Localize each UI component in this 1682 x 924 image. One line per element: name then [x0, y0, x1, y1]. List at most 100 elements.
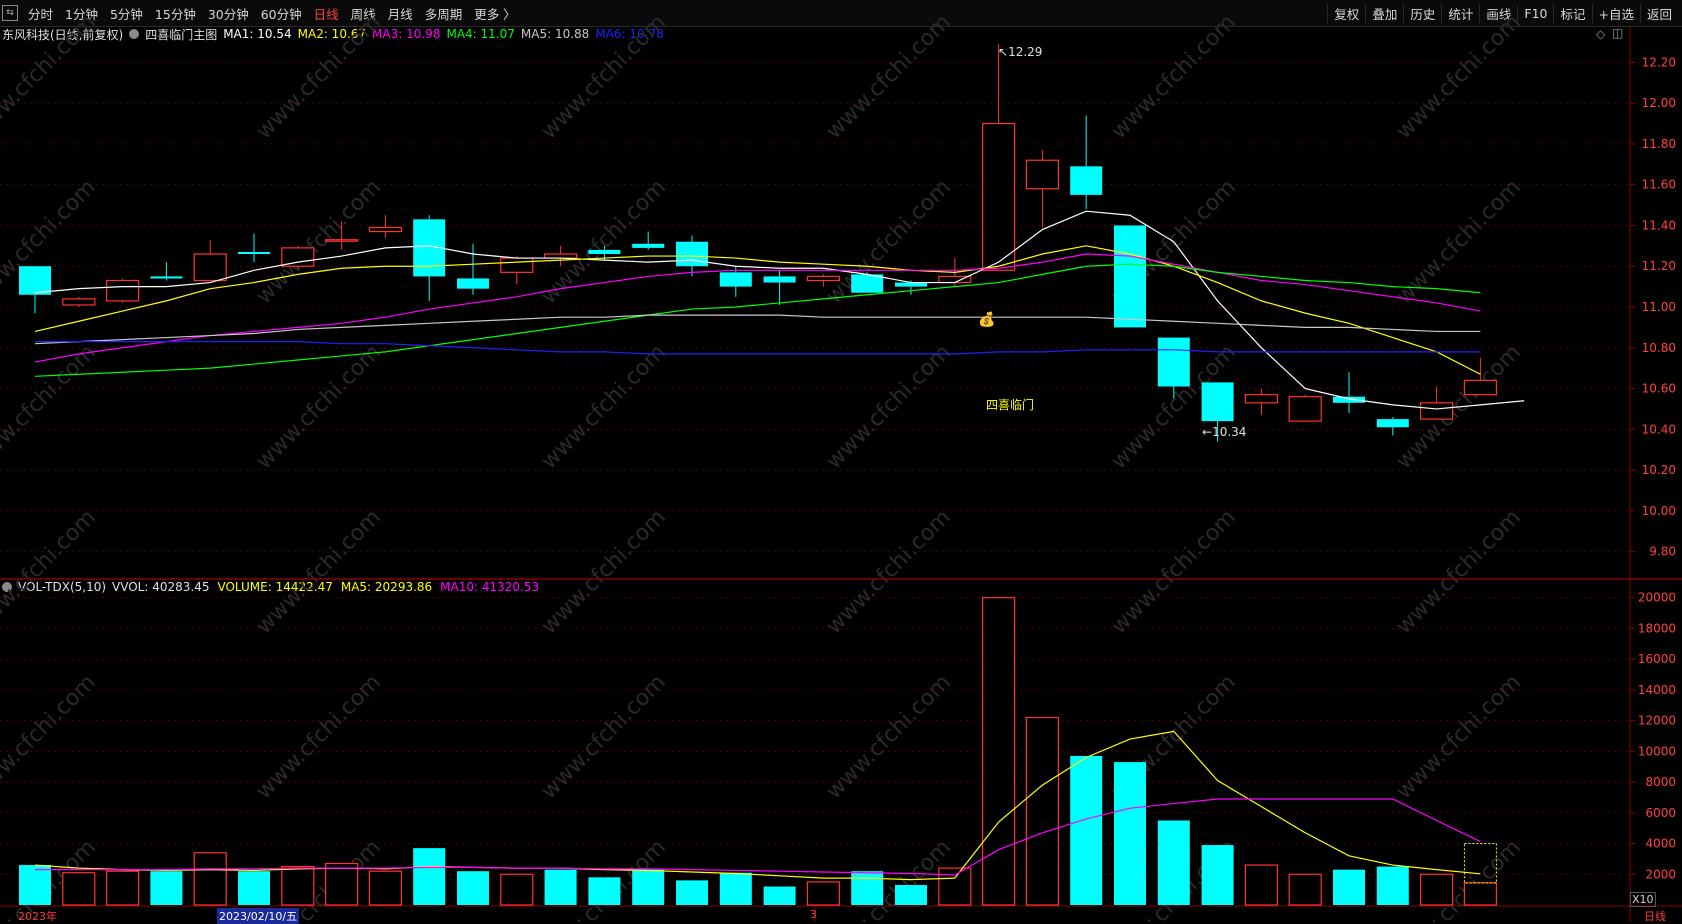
candle-down [676, 241, 708, 267]
candle-up [193, 253, 227, 282]
watermark-text: www.cfchi.com [1392, 505, 1526, 639]
money-bag-icon[interactable]: 💰 [978, 312, 995, 328]
watermark-text: www.cfchi.com [252, 340, 386, 474]
watermark-text: www.cfchi.com [1677, 505, 1682, 639]
candle-down [457, 278, 489, 289]
ma-line-ma1 [34, 210, 1525, 410]
watermark-text: www.cfchi.com [537, 505, 671, 639]
watermark-text: www.cfchi.com [1392, 175, 1526, 309]
volume-bar-down [1157, 820, 1190, 905]
volume-bar-down [588, 877, 621, 905]
volume-bar-down [1376, 866, 1409, 905]
volume-bar-down [413, 848, 446, 905]
candle-up [1463, 379, 1498, 396]
price-tick-label: 10.80 [1642, 341, 1676, 355]
volume-tick-label: 20000 [1638, 591, 1676, 605]
candle-down [19, 266, 51, 295]
candle-down [1376, 419, 1409, 428]
volume-bar-up [806, 881, 841, 906]
candle-up [1025, 159, 1060, 190]
volume-bar-up [368, 870, 402, 906]
volume-bar-up [1463, 882, 1498, 906]
candle-up [105, 279, 140, 302]
volume-bar-down [632, 869, 665, 905]
volume-bar-down [1114, 762, 1146, 905]
volume-ma-line-ma5 [34, 730, 1481, 881]
volume-bar-down [1070, 755, 1103, 905]
price-tick-label: 9.80 [1649, 545, 1676, 559]
watermark-text: www.cfchi.com [822, 505, 956, 639]
watermark-text: www.cfchi.com [822, 10, 956, 144]
candle-down [1157, 337, 1190, 387]
watermark-text: www.cfchi.com [537, 670, 671, 804]
unit-label: X10 [1630, 892, 1656, 907]
candle-down [719, 272, 752, 287]
price-tick-label: 10.00 [1642, 504, 1676, 518]
candle-down [895, 282, 927, 287]
watermark-text: www.cfchi.com [1677, 10, 1682, 144]
volume-bar-up [1419, 873, 1454, 906]
signal-label: 四喜临门 [986, 398, 1035, 412]
volume-bar-down [676, 880, 708, 905]
candle-up [543, 253, 578, 259]
volume-bar-up [938, 867, 972, 906]
watermark-text: www.cfchi.com [1677, 835, 1682, 922]
volume-bar-up [105, 870, 140, 906]
volume-bar-up [500, 873, 534, 906]
candle-up [500, 257, 534, 273]
low-price-value: 10.34 [1212, 425, 1247, 439]
candle-down [588, 249, 621, 254]
candle-up [1419, 402, 1454, 420]
watermark-text: www.cfchi.com [252, 505, 386, 639]
volume-bar-down [1333, 869, 1365, 905]
price-tick-label: 10.40 [1642, 422, 1676, 436]
volume-bar-up [325, 862, 359, 906]
watermark-text: www.cfchi.com [252, 10, 386, 144]
kline-chart[interactable]: www.cfchi.com www.cfchi.com www.cfchi.com w… [0, 0, 1682, 922]
volume-bar-down [457, 871, 489, 905]
watermark-text: www.cfchi.com [1677, 340, 1682, 474]
volume-bar-down [19, 865, 51, 905]
volume-bar-up [281, 865, 315, 906]
candle-down [1114, 225, 1146, 328]
watermark-text: www.cfchi.com [0, 340, 101, 474]
ma-line-ma3 [34, 253, 1481, 363]
volume-tick-label: 16000 [1638, 652, 1676, 666]
candle-up [281, 247, 315, 267]
price-tick-label: 11.80 [1642, 137, 1676, 151]
volume-bar-down [763, 886, 796, 905]
watermark-text: www.cfchi.com [1107, 10, 1241, 144]
price-tick-label: 12.00 [1642, 96, 1676, 110]
volume-ma-line-ma10 [35, 798, 1481, 876]
watermark-text: www.cfchi.com [822, 175, 956, 309]
price-tick-label: 10.20 [1642, 463, 1676, 477]
watermark-text: www.cfchi.com [1107, 505, 1241, 639]
volume-tick-label: 2000 [1645, 867, 1676, 881]
low-price-label: ←10.34 [1202, 425, 1247, 439]
volume-bar-up [62, 872, 96, 906]
watermark-text: www.cfchi.com [822, 340, 956, 474]
price-tick-label: 11.60 [1642, 178, 1676, 192]
volume-bar-up [1244, 864, 1279, 906]
volume-tick-label: 6000 [1645, 806, 1676, 820]
candle-down [851, 274, 884, 293]
volume-bar-down [895, 885, 927, 905]
candle-up [806, 275, 841, 282]
volume-tick-label: 4000 [1645, 837, 1676, 851]
candle-down [150, 276, 183, 279]
volume-tick-label: 8000 [1645, 775, 1676, 789]
price-tick-label: 12.20 [1642, 55, 1676, 69]
volume-bar-down [544, 869, 577, 905]
watermark-text: www.cfchi.com [1677, 175, 1682, 309]
candle-up [1244, 394, 1279, 404]
price-tick-label: 11.40 [1642, 218, 1676, 232]
watermark-text: www.cfchi.com [0, 10, 101, 144]
candle-up [62, 298, 96, 306]
watermark-text: www.cfchi.com [252, 175, 386, 309]
volume-bar-up [193, 852, 227, 906]
candle-down [632, 243, 665, 248]
candle-down [238, 251, 270, 254]
watermark-text: www.cfchi.com [1677, 670, 1682, 804]
volume-bar-up [1288, 873, 1322, 906]
watermark-text: www.cfchi.com [1392, 10, 1526, 144]
